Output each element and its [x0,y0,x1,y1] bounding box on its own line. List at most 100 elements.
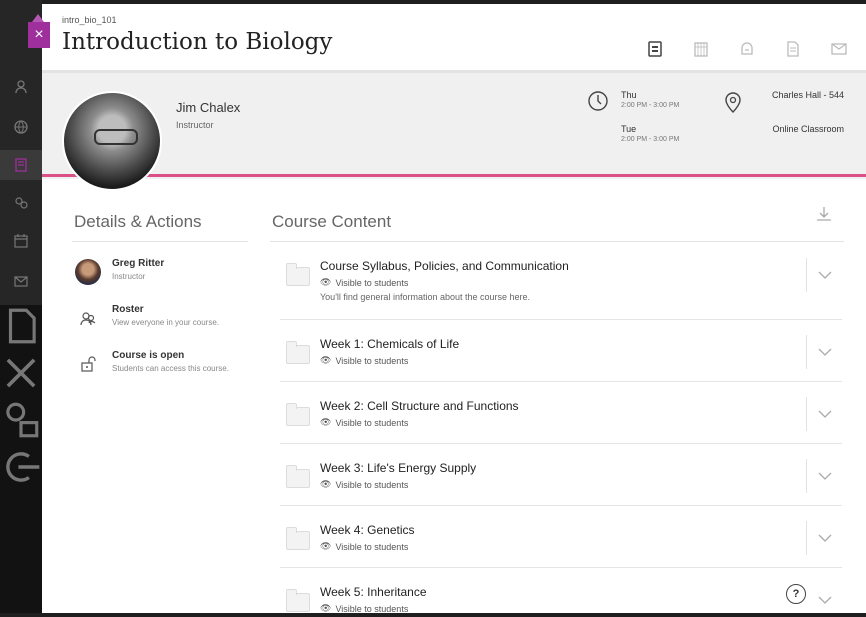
calendar-icon[interactable] [678,34,724,64]
schedule-time: 2:00 PM - 3:00 PM [621,136,680,143]
course-info-band [42,70,866,179]
sign-out-icon[interactable] [0,446,42,493]
greg-avatar [74,258,102,286]
item-divider [806,335,807,369]
content-item[interactable]: Week 1: Chemicals of Life 👁 Visible to st… [280,329,842,382]
visibility-status[interactable]: 👁 Visible to students [320,541,408,552]
chevron-down-icon[interactable] [816,407,834,421]
item-title[interactable]: Week 4: Genetics [320,523,415,537]
course-panel: × intro_bio_101 Introduction to Biology … [28,4,866,614]
content-item[interactable]: Week 3: Life's Energy Supply 👁 Visible to… [280,453,842,506]
page-title: Introduction to Biology [62,29,333,55]
visibility-status[interactable]: 👁 Visible to students [320,479,408,490]
visibility-label: Visible to students [335,355,409,366]
detail-title: Greg Ritter [112,258,165,269]
course-header: × intro_bio_101 Introduction to Biology [28,4,866,74]
content-heading: Course Content [272,212,392,231]
item-title[interactable]: Week 1: Chemicals of Life [320,337,459,351]
schedule-day: Thu [621,90,637,100]
instructor-name: Jim Chalex [176,100,241,115]
privacy-nav-icon[interactable] [0,399,42,446]
eye-icon: 👁 [320,541,332,551]
detail-subtitle: Instructor [112,272,146,281]
eye-icon: 👁 [320,277,332,287]
eye-icon: 👁 [320,479,332,489]
folder-icon [286,589,310,612]
nav-rail-lower [0,305,42,613]
item-description: You'll find general information about th… [320,292,531,302]
chevron-down-icon[interactable] [816,345,834,359]
folder-icon [286,403,310,426]
item-divider [806,459,807,493]
chevron-down-icon[interactable] [816,593,834,607]
item-divider [806,258,807,292]
visibility-status[interactable]: 👁 Visible to students [320,277,408,288]
discussions-icon[interactable] [724,34,770,64]
content-item[interactable]: Week 4: Genetics 👁 Visible to students [280,515,842,568]
visibility-label: Visible to students [335,541,409,552]
eye-icon: 👁 [320,355,332,365]
eye-icon: 👁 [320,603,332,613]
details-heading: Details & Actions [74,212,202,231]
visibility-label: Visible to students [335,603,409,614]
content-icon[interactable] [632,34,678,74]
location-online[interactable]: Online Classroom [772,124,844,134]
chevron-down-icon[interactable] [816,531,834,545]
visibility-label: Visible to students [335,417,409,428]
close-tab-tip [32,14,44,22]
item-divider [806,397,807,431]
schedule-thu: Thu 2:00 PM - 3:00 PM [621,90,679,109]
folder-icon [286,341,310,364]
institution-icon[interactable] [0,112,42,142]
instructor-avatar[interactable] [62,91,162,191]
close-button[interactable]: × [28,22,50,48]
messages-icon[interactable] [816,34,862,64]
clock-icon [588,91,608,111]
detail-title: Roster [112,304,144,315]
schedule-tue: Tue 2:00 PM - 3:00 PM [621,124,679,143]
visibility-status[interactable]: 👁 Visible to students [320,417,408,428]
schedule-day: Tue [621,124,637,134]
item-title[interactable]: Week 5: Inheritance [320,585,427,599]
location-room: Charles Hall - 544 [771,90,844,100]
item-title[interactable]: Week 3: Life's Energy Supply [320,461,476,475]
details-divider [72,241,248,242]
schedule-time: 2:00 PM - 3:00 PM [621,102,680,109]
item-title[interactable]: Course Syllabus, Policies, and Communica… [320,259,569,273]
location-pin-icon [725,92,741,113]
header-accent-line [42,174,866,177]
grades-nav-icon[interactable] [0,305,42,352]
courses-icon[interactable] [0,150,42,180]
chevron-down-icon[interactable] [816,268,834,282]
download-icon[interactable] [814,204,834,224]
roster-icon [74,304,102,332]
help-button[interactable]: ? [786,584,806,604]
visibility-status[interactable]: 👁 Visible to students [320,355,408,366]
instructor-role: Instructor [176,120,214,130]
content-item[interactable]: Week 5: Inheritance 👁 Visible to students [280,577,842,617]
visibility-label: Visible to students [335,277,409,288]
detail-subtitle: View everyone in your course. [112,318,220,327]
profile-icon[interactable] [0,72,42,102]
messages-nav-icon[interactable] [0,266,42,296]
folder-icon [286,465,310,488]
organizations-icon[interactable] [0,188,42,218]
detail-subtitle: Students can access this course. [112,364,229,373]
course-tabs [632,34,862,74]
item-title[interactable]: Week 2: Cell Structure and Functions [320,399,519,413]
chevron-down-icon[interactable] [816,469,834,483]
gradebook-icon[interactable] [770,34,816,64]
content-item[interactable]: Course Syllabus, Policies, and Communica… [280,252,842,320]
calendar-nav-icon[interactable] [0,226,42,256]
eye-icon: 👁 [320,417,332,427]
item-divider [806,521,807,555]
detail-title: Course is open [112,350,185,361]
content-item[interactable]: Week 2: Cell Structure and Functions 👁 Vi… [280,391,842,444]
course-id: intro_bio_101 [62,15,117,25]
unlock-icon [74,350,102,378]
avatar-glasses [94,129,138,145]
visibility-status[interactable]: 👁 Visible to students [320,603,408,614]
tools-nav-icon[interactable] [0,352,42,399]
visibility-label: Visible to students [335,479,409,490]
content-divider [270,241,844,242]
